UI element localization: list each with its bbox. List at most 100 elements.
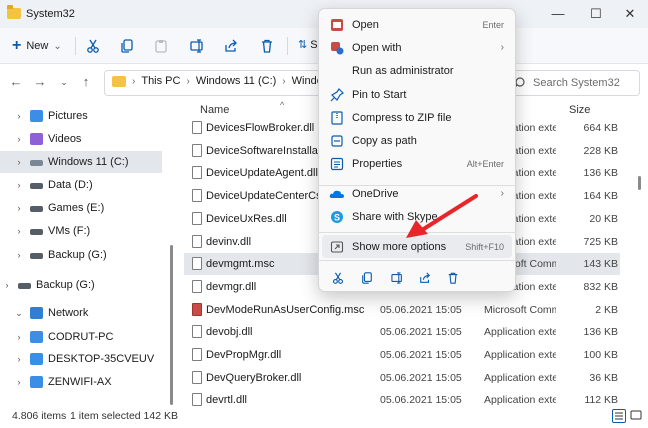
file-list-scrollbar[interactable] xyxy=(638,176,641,190)
nav-item-label: Network xyxy=(48,307,89,319)
chevron-right-icon[interactable]: › xyxy=(12,377,26,387)
nav-item-label: DESKTOP-35CVEUV xyxy=(48,353,155,365)
delete-icon[interactable] xyxy=(442,270,464,286)
chevron-right-icon[interactable]: › xyxy=(12,203,26,213)
chevron-right-icon[interactable]: › xyxy=(12,250,26,260)
drive-icon xyxy=(30,160,43,166)
column-header-size[interactable]: Size xyxy=(569,104,590,116)
nav-item[interactable]: › Data (D:) xyxy=(0,174,162,196)
chevron-down-icon[interactable]: ⌄ xyxy=(12,308,26,319)
nav-item[interactable]: › Videos xyxy=(0,128,162,150)
nav-item[interactable]: ⌄ Network xyxy=(0,302,162,324)
nav-item-label: Windows 11 (C:) xyxy=(48,156,129,168)
menu-item[interactable]: Open Enter xyxy=(322,13,512,36)
file-icon xyxy=(192,371,202,384)
chevron-right-icon[interactable]: › xyxy=(12,332,26,342)
menu-item[interactable]: Open with › xyxy=(322,36,512,59)
close-button[interactable]: ✕ xyxy=(612,0,648,28)
pin-icon xyxy=(329,87,345,103)
breadcrumb-this-pc[interactable]: This PC xyxy=(141,75,180,87)
column-header-name[interactable]: Name xyxy=(200,104,229,116)
nav-item[interactable]: › ZENWIFI-AX xyxy=(0,371,162,393)
nav-scrollbar[interactable] xyxy=(170,245,173,405)
recent-locations-button[interactable]: ⌄ xyxy=(56,74,72,90)
file-type: Microsoft Comm... xyxy=(484,304,556,316)
file-date: 05.06.2021 15:05 xyxy=(380,326,462,338)
file-name: devobj.dll xyxy=(206,326,253,338)
breadcrumb-drive-c[interactable]: Windows 11 (C:) xyxy=(196,75,276,87)
copy-icon[interactable] xyxy=(356,270,378,286)
nav-item[interactable]: › CODRUT-PC xyxy=(0,326,162,348)
forward-button[interactable]: → xyxy=(32,74,48,90)
back-button[interactable]: ← xyxy=(8,74,24,90)
cut-icon[interactable] xyxy=(327,270,349,286)
msc-file-icon xyxy=(192,303,202,316)
nav-item-label: CODRUT-PC xyxy=(48,331,114,343)
menu-divider xyxy=(318,185,516,186)
menu-item-label: Properties xyxy=(352,157,403,170)
chevron-right-icon[interactable]: › xyxy=(12,226,26,236)
drive-icon xyxy=(30,183,43,189)
new-button[interactable]: + New ⌄ xyxy=(12,37,62,55)
up-button[interactable]: ↑ xyxy=(78,74,94,90)
nav-item-label: ZENWIFI-AX xyxy=(48,376,112,388)
menu-item[interactable]: Compress to ZIP file xyxy=(322,106,512,129)
rename-icon[interactable] xyxy=(188,37,206,55)
menu-item[interactable]: Properties Alt+Enter xyxy=(322,152,512,175)
nav-item[interactable]: › Windows 11 (C:) xyxy=(0,151,162,173)
nav-item[interactable]: › Games (E:) xyxy=(0,197,162,219)
file-size: 2 KB xyxy=(595,304,618,316)
paste-icon[interactable] xyxy=(152,37,170,55)
chevron-right-icon[interactable]: › xyxy=(12,157,26,167)
rename-icon[interactable] xyxy=(386,270,408,286)
pictures-icon xyxy=(30,110,43,122)
file-icon xyxy=(192,257,202,270)
network-icon xyxy=(30,307,43,319)
nav-item[interactable]: › Backup (G:) xyxy=(0,274,162,296)
chevron-right-icon[interactable]: › xyxy=(0,280,14,290)
chevron-right-icon[interactable]: › xyxy=(12,134,26,144)
nav-item[interactable]: › Pictures xyxy=(0,105,162,127)
menu-shortcut: Alt+Enter xyxy=(466,158,504,169)
file-name: devmgr.dll xyxy=(206,281,257,293)
menu-item[interactable]: Copy as path xyxy=(322,129,512,152)
delete-icon[interactable] xyxy=(258,37,276,55)
file-type: Application exten... xyxy=(484,349,556,361)
chevron-right-icon: › xyxy=(500,188,504,199)
drive-icon xyxy=(30,253,43,259)
minimize-button[interactable]: — xyxy=(540,0,576,28)
cut-icon[interactable] xyxy=(84,37,102,55)
file-size: 143 KB xyxy=(583,258,618,270)
menu-item[interactable]: Pin to Start xyxy=(322,83,512,106)
computer-icon xyxy=(30,376,43,388)
chevron-right-icon[interactable]: › xyxy=(12,111,26,121)
file-icon xyxy=(192,348,202,361)
share-icon[interactable] xyxy=(414,270,436,286)
nav-item[interactable]: › VMs (F:) xyxy=(0,220,162,242)
file-icon xyxy=(192,121,202,134)
nav-item[interactable]: › DESKTOP-35CVEUV xyxy=(0,348,162,370)
sort-button[interactable]: ⇅ S xyxy=(298,38,318,51)
search-placeholder: Search System32 xyxy=(533,77,620,89)
file-size: 36 KB xyxy=(589,372,618,384)
file-size: 725 KB xyxy=(583,236,618,248)
menu-icon-placeholder xyxy=(329,63,345,79)
details-view-icon[interactable] xyxy=(612,409,626,423)
maximize-button[interactable]: ☐ xyxy=(578,0,614,28)
skype-icon: S xyxy=(329,209,345,225)
chevron-right-icon[interactable]: › xyxy=(12,354,26,364)
nav-item[interactable]: › Backup (G:) xyxy=(0,244,162,266)
tiles-view-icon[interactable] xyxy=(630,409,644,423)
file-type: Application exten... xyxy=(484,394,556,406)
menu-item[interactable]: Run as administrator xyxy=(322,59,512,82)
computer-icon xyxy=(30,331,43,343)
menu-item-label: Open with xyxy=(352,41,402,54)
zip-icon xyxy=(329,110,345,126)
copy-icon[interactable] xyxy=(118,37,136,55)
file-icon xyxy=(192,325,202,338)
file-size: 112 KB xyxy=(584,394,618,406)
share-icon[interactable] xyxy=(222,37,240,55)
folder-icon xyxy=(112,75,126,87)
chevron-right-icon[interactable]: › xyxy=(12,180,26,190)
toolbar-divider xyxy=(287,37,288,55)
